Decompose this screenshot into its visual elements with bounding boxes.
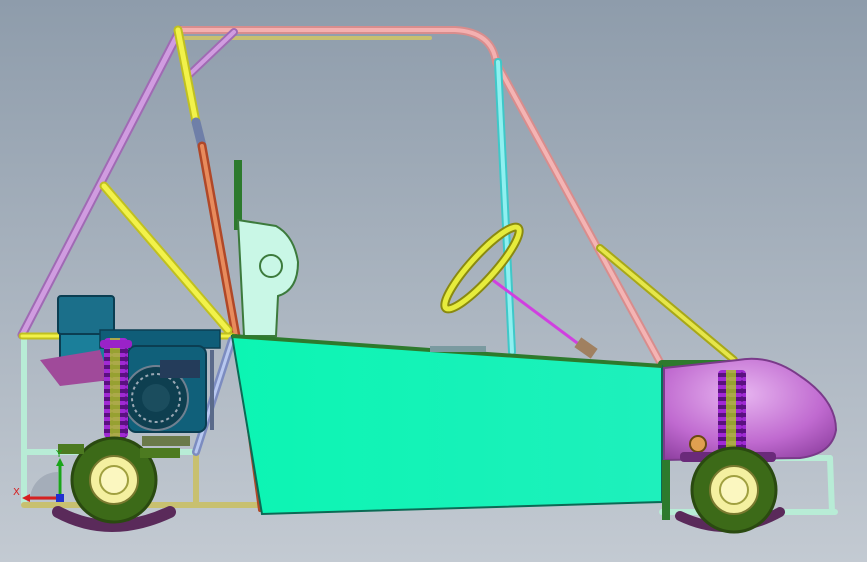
rear-suspension[interactable]	[100, 338, 132, 448]
air-filter	[57, 295, 115, 335]
triad-y-label: Y	[56, 449, 63, 460]
cad-viewport[interactable]: X Y	[0, 0, 867, 562]
triad-z-axis	[56, 494, 64, 502]
triad-x-label: X	[13, 487, 20, 498]
